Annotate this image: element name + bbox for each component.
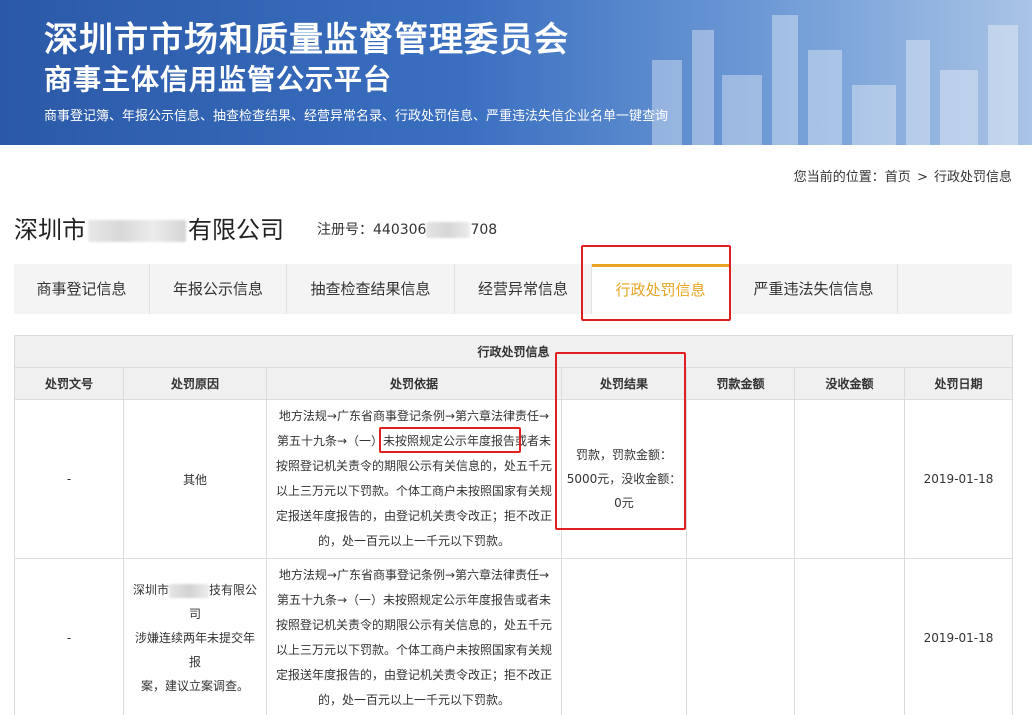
cell-confiscated bbox=[794, 399, 905, 559]
cell-result bbox=[561, 558, 687, 715]
breadcrumb-separator: > bbox=[916, 170, 928, 185]
company-name-end: 有限公司 bbox=[188, 216, 284, 244]
tab-annual-report[interactable]: 年报公示信息 bbox=[150, 264, 287, 314]
tab-inspection-results[interactable]: 抽查检查结果信息 bbox=[287, 264, 455, 314]
column-header: 处罚文号 bbox=[14, 367, 124, 400]
cell-date: 2019-01-18 bbox=[903, 399, 1014, 559]
highlight-box-tab bbox=[581, 245, 731, 321]
basis-line: 的，处一百元以上一千元以下罚款。 bbox=[317, 693, 510, 707]
highlight-box-basis bbox=[379, 427, 521, 453]
building-decoration-icon bbox=[652, 15, 1018, 145]
reg-label: 注册号： bbox=[317, 222, 373, 238]
reason-line: 深圳市 技有限公司 bbox=[130, 578, 260, 626]
cell-reason: 其他 bbox=[123, 399, 267, 559]
registration-number: 注册号：440306 708 bbox=[317, 219, 497, 239]
breadcrumb-current: 行政处罚信息 bbox=[933, 170, 1012, 185]
tab-business-registration[interactable]: 商事登记信息 bbox=[14, 264, 150, 314]
table-caption: 行政处罚信息 bbox=[13, 335, 1014, 368]
reg-end: 708 bbox=[470, 222, 498, 238]
reason-line: 案，建议立案调查。 bbox=[140, 679, 249, 693]
cell-doc-no: - bbox=[14, 399, 124, 559]
table-row: - 深圳市 技有限公司 涉嫌连续两年未提交年报 案，建议立案调查。 地方法规→广东… bbox=[14, 558, 1014, 715]
reason-start: 深圳市 bbox=[132, 583, 169, 597]
basis-line: 按照登记机关责令的期限公示有关信息的，处五千元 bbox=[275, 618, 552, 632]
basis-line: 的，处一百元以上一千元以下罚款。 bbox=[317, 534, 510, 548]
column-header: 处罚日期 bbox=[903, 367, 1014, 400]
cell-fine bbox=[686, 399, 795, 559]
redacted-mask bbox=[426, 222, 471, 238]
breadcrumb-home-link[interactable]: 首页 bbox=[885, 170, 911, 185]
site-tagline: 商事登记簿、年报公示信息、抽查检查结果、经营异常名录、行政处罚信息、严重违法失信… bbox=[44, 109, 669, 124]
basis-line: 按照登记机关责令的期限公示有关信息的，处五千元 bbox=[275, 459, 552, 473]
penalty-table-wrap: 行政处罚信息 处罚文号 处罚原因 处罚依据 处罚结果 罚款金额 没收金额 处罚日… bbox=[13, 335, 1014, 715]
column-header: 罚款金额 bbox=[686, 367, 795, 400]
cell-reason: 深圳市 技有限公司 涉嫌连续两年未提交年报 案，建议立案调查。 bbox=[123, 558, 267, 715]
info-tabs: 商事登记信息 年报公示信息 抽查检查结果信息 经营异常信息 行政处罚信息 严重违… bbox=[14, 264, 1012, 314]
column-header: 没收金额 bbox=[794, 367, 905, 400]
column-header: 处罚依据 bbox=[266, 367, 562, 400]
basis-line: 地方法规→广东省商事登记条例→第六章法律责任→ bbox=[278, 568, 550, 582]
redacted-mask bbox=[88, 220, 186, 242]
basis-line: 定报送年度报告的，由登记机关责令改正；拒不改正 bbox=[275, 509, 552, 523]
basis-line: 以上三万元以下罚款。个体工商户未按照国家有关规 bbox=[275, 643, 552, 657]
site-banner: 深圳市市场和质量监督管理委员会 商事主体信用监管公示平台 商事登记簿、年报公示信… bbox=[0, 0, 1032, 145]
site-subtitle: 商事主体信用监管公示平台 bbox=[44, 63, 393, 96]
basis-line: 以上三万元以下罚款。个体工商户未按照国家有关规 bbox=[275, 484, 552, 498]
penalty-table: 行政处罚信息 处罚文号 处罚原因 处罚依据 处罚结果 罚款金额 没收金额 处罚日… bbox=[13, 335, 1014, 715]
reason-line: 涉嫌连续两年未提交年报 bbox=[134, 631, 255, 669]
site-title: 深圳市市场和质量监督管理委员会 bbox=[44, 20, 569, 60]
company-name: 深圳市 有限公司 bbox=[14, 210, 284, 245]
cell-basis: 地方法规→广东省商事登记条例→第六章法律责任→ 第五十九条→（一）未按照规定公示… bbox=[266, 399, 562, 559]
basis-line: 定报送年度报告的，由登记机关责令改正；拒不改正 bbox=[275, 668, 552, 682]
cell-fine bbox=[686, 558, 795, 715]
company-name-start: 深圳市 bbox=[14, 216, 86, 244]
redacted-mask bbox=[169, 583, 209, 598]
breadcrumb: 您当前的位置：首页 > 行政处罚信息 bbox=[792, 166, 1012, 185]
cell-date: 2019-01-18 bbox=[903, 558, 1014, 715]
cell-confiscated bbox=[794, 558, 905, 715]
basis-line: 地方法规→广东省商事登记条例→第六章法律责任→ bbox=[278, 409, 550, 423]
tab-abnormal-operation[interactable]: 经营异常信息 bbox=[455, 264, 592, 314]
tab-serious-violation[interactable]: 严重违法失信信息 bbox=[730, 264, 898, 314]
table-row: - 其他 地方法规→广东省商事登记条例→第六章法律责任→ 第五十九条→（一）未按… bbox=[14, 399, 1014, 559]
reg-start: 440306 bbox=[373, 222, 427, 238]
basis-line: 第五十九条→（一）未按照规定公示年度报告或者未 bbox=[276, 593, 552, 607]
column-header: 处罚原因 bbox=[123, 367, 267, 400]
breadcrumb-prefix: 您当前的位置： bbox=[793, 170, 885, 185]
cell-basis: 地方法规→广东省商事登记条例→第六章法律责任→ 第五十九条→（一）未按照规定公示… bbox=[266, 558, 562, 715]
cell-doc-no: - bbox=[14, 558, 124, 715]
highlight-box-result bbox=[555, 352, 686, 530]
